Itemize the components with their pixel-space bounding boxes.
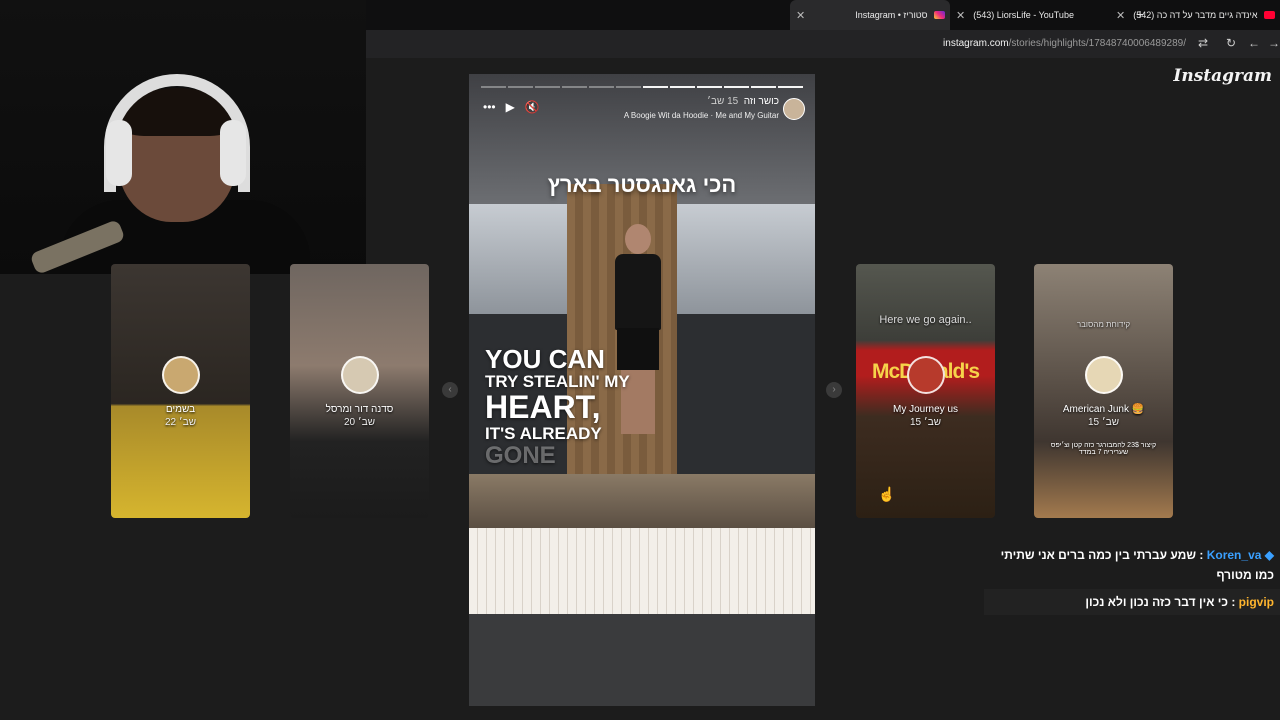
story-card-name: American Junk 🍔 [1062, 404, 1145, 415]
story-headline: הכי גאנגסטר בארץ [547, 172, 737, 197]
next-story-arrow[interactable]: › [826, 382, 842, 398]
story-controls: ••• ▶ 🔇 [483, 100, 540, 114]
tab-youtube-liorslife[interactable]: ✕ (543) LiorsLife - YouTube [956, 0, 1106, 30]
progress-segment [697, 86, 722, 88]
instagram-icon [933, 11, 945, 19]
story-card-overlay: Here we go again.. [879, 314, 972, 326]
prev-story-arrow[interactable]: ‹ [442, 382, 458, 398]
story-card-name: סדנה דור ומרסל [325, 404, 394, 415]
progress-segment [643, 86, 668, 88]
stream-chat: ◆ Koren_va : שמע עברתי בין כמה ברים אני … [984, 542, 1280, 616]
more-options-icon[interactable]: ••• [483, 100, 496, 114]
story-avatar [340, 356, 379, 394]
progress-segment [535, 86, 560, 88]
story-avatar [161, 356, 200, 394]
reload-icon[interactable]: ↻ [1226, 36, 1236, 50]
instagram-logo[interactable]: Instagram [1173, 66, 1272, 86]
webcam-overlay [0, 0, 366, 274]
quote-line: GONE [485, 441, 556, 469]
mouse-cursor-icon: ☝ [878, 486, 896, 502]
story-card-right-2[interactable]: קידוחת מהסובר American Junk 🍔 15 שב׳ קיצ… [1034, 264, 1173, 518]
mute-icon[interactable]: 🔇 [525, 100, 540, 114]
story-card-left-2[interactable]: סדנה דור ומרסל 20 שב׳ [290, 264, 429, 518]
story-age: 15 שב׳ [707, 96, 739, 107]
translate-icon[interactable]: ⇄ [1198, 36, 1208, 50]
chat-message: pigvip : כי אין דבר כזה נכון ולא נכון [984, 588, 1280, 616]
story-card-age: 22 שב׳ [164, 417, 197, 428]
address-bar[interactable]: instagram.com/stories/highlights/1784874… [366, 30, 1280, 58]
close-tab-icon[interactable]: ✕ [1116, 9, 1125, 22]
browser-tab-bar: + ✕ Instagram • סטוריז ✕ (543) LiorsLife… [366, 0, 1280, 30]
screen: + ✕ Instagram • סטוריז ✕ (543) LiorsLife… [0, 0, 1280, 720]
chat-username: pigvip [1238, 594, 1274, 609]
progress-segment [724, 86, 749, 88]
chat-message: ◆ Koren_va : שמע עברתי בין כמה ברים אני … [1000, 548, 1274, 583]
story-card-age: 20 שב׳ [343, 417, 376, 428]
chat-text: כי אין דבר כזה נכון ולא נכון [1085, 594, 1228, 609]
story-card-overlay: קידוחת מהסובר [1076, 320, 1131, 329]
tab-title: Instagram • סטוריז [855, 10, 928, 20]
tab-instagram[interactable]: ✕ Instagram • סטוריז [790, 0, 950, 30]
close-tab-icon[interactable]: ✕ [956, 9, 965, 22]
progress-segment [670, 86, 695, 88]
chat-gem-icon: ◆ [1264, 548, 1274, 562]
light-panel [469, 528, 815, 614]
story-user-info: כושר וזה 15 שב׳ A Boogie Wit da Hoodie ·… [624, 96, 779, 120]
tab-title: (543) LiorsLife - YouTube [973, 10, 1074, 20]
story-progress-bar [481, 86, 803, 88]
back-icon[interactable]: ← [1248, 36, 1260, 50]
story-username[interactable]: כושר וזה [744, 96, 779, 107]
youtube-icon [1263, 11, 1275, 19]
progress-segment [616, 86, 641, 88]
progress-segment [481, 86, 506, 88]
story-card-left-1[interactable]: בשמים 22 שב׳ [111, 264, 250, 518]
story-card-caption: קיצור 23$ להמבורגר כזה קטן וצ׳יפס שערירי… [1050, 442, 1157, 456]
story-bottom-floor [469, 614, 815, 706]
tab-title: (542) אינדה גיים מדבר על דה כה [1133, 10, 1258, 20]
progress-segment [562, 86, 587, 88]
play-icon[interactable]: ▶ [506, 100, 515, 114]
story-song[interactable]: A Boogie Wit da Hoodie · Me and My Guita… [624, 111, 779, 120]
story-quote: YOU CAN TRY STEALIN' MY HEART, IT'S ALRE… [485, 344, 630, 469]
story-card-age: 15 שב׳ [909, 417, 942, 428]
quote-line: YOU CAN [485, 344, 605, 374]
main-story[interactable]: ••• ▶ 🔇 כושר וזה 15 שב׳ A Boogie Wit da … [469, 74, 815, 706]
story-user-avatar[interactable] [783, 98, 805, 120]
headphone-right-cup [220, 120, 246, 186]
chat-username: Koren_va [1206, 548, 1262, 562]
url-text[interactable]: instagram.com/stories/highlights/1784874… [943, 38, 1186, 49]
story-avatar [906, 356, 945, 394]
progress-segment [778, 86, 803, 88]
counter [469, 474, 815, 528]
close-tab-icon[interactable]: ✕ [796, 9, 805, 22]
tab-youtube-other[interactable]: ✕ (542) אינדה גיים מדבר על דה כה [1116, 0, 1280, 30]
headphone-left-cup [106, 120, 132, 186]
forward-icon[interactable]: → [1268, 36, 1280, 50]
progress-segment [589, 86, 614, 88]
story-card-name: בשמים [165, 404, 196, 415]
story-card-right-1[interactable]: Here we go again.. McDonald's My Journey… [856, 264, 995, 518]
story-card-name: My Journey us [892, 404, 959, 415]
quote-line: HEART, [485, 389, 601, 426]
story-avatar [1084, 356, 1123, 394]
progress-segment [508, 86, 533, 88]
story-card-age: 15 שב׳ [1087, 417, 1120, 428]
quote-line: IT'S ALREADY [485, 423, 602, 443]
progress-segment [751, 86, 776, 88]
